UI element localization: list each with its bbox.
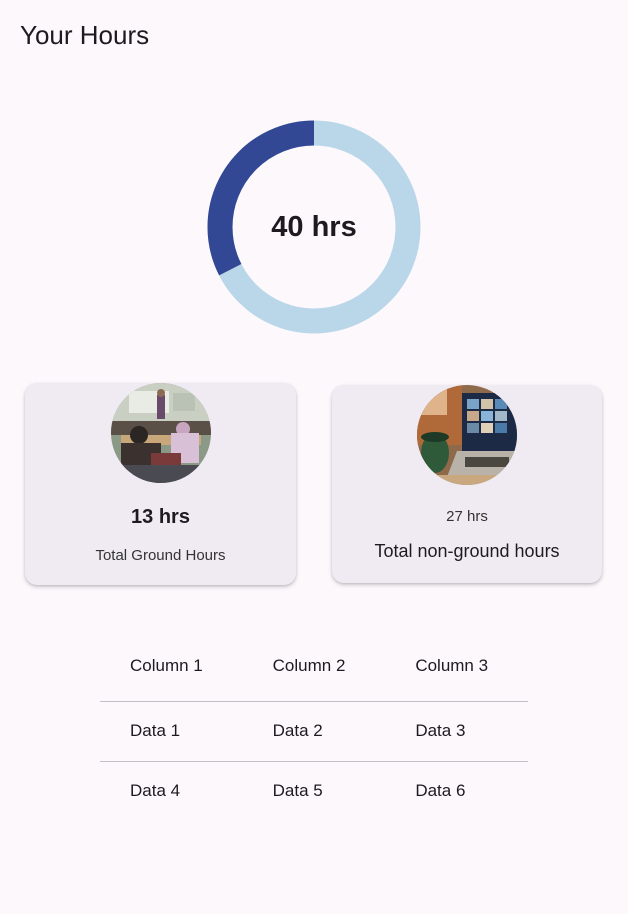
column-header: Column 1	[130, 656, 203, 676]
classroom-photo	[110, 383, 211, 483]
table-row: Data 4 Data 5 Data 6	[100, 761, 528, 821]
table-cell: Data 3	[415, 721, 466, 740]
page-title: Your Hours	[20, 20, 150, 50]
laptop-video-call-photo	[417, 385, 517, 485]
table-cell: Data 2	[272, 721, 323, 740]
nonground-hours-caption: Total non-ground hours	[374, 541, 560, 561]
column-header: Column 3	[415, 656, 489, 676]
nonground-hours-card[interactable]: 27 hrs Total non-ground hours	[332, 385, 602, 583]
table-row: Data 1 Data 2 Data 3	[100, 701, 528, 761]
table-cell: Data 4	[130, 781, 181, 801]
table-header-row: Column 1 Column 2 Column 3	[100, 632, 528, 701]
ground-hours-card[interactable]: 13 hrs Total Ground Hours	[25, 383, 296, 585]
table-cell: Data 1	[130, 721, 181, 740]
total-hours-label: 40 hrs	[271, 210, 357, 243]
hours-table: Column 1 Column 2 Column 3 Data 1 Data 2…	[100, 632, 528, 821]
table-cell: Data 6	[415, 781, 466, 801]
table-cell: Data 5	[272, 781, 323, 801]
hours-donut-chart: 40 hrs	[207, 120, 421, 334]
ground-hours-value: 13 hrs	[131, 506, 190, 528]
column-header: Column 2	[272, 656, 346, 676]
ground-hours-caption: Total Ground Hours	[95, 547, 226, 564]
nonground-hours-value: 27 hrs	[446, 508, 488, 525]
